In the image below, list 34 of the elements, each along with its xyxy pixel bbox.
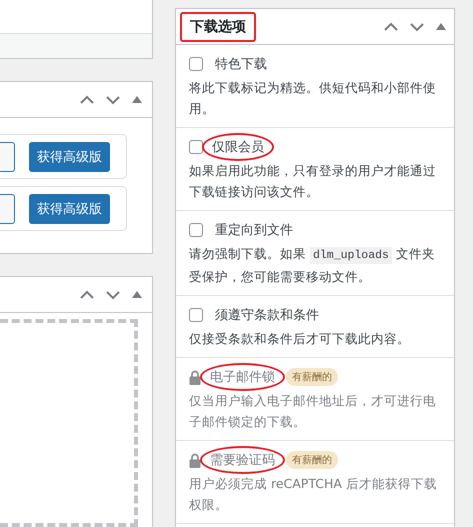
option-description: 仅接受条款和条件后才可下载此内容。	[189, 330, 411, 348]
collapse-icon[interactable]	[132, 291, 142, 298]
option-description: 如果启用此功能，只有登录的用户才能通过下载链接访问该文件。	[189, 162, 437, 201]
option-description: 用户必须完成 reCAPTCHA 后才能获得下载权限。	[189, 475, 438, 514]
collapse-icon[interactable]	[436, 23, 446, 30]
move-up-icon[interactable]	[80, 290, 94, 300]
option-label: 重定向到文件	[214, 222, 294, 240]
move-down-icon[interactable]	[410, 22, 424, 32]
option-label: 特色下载	[214, 56, 268, 74]
button-edge[interactable]	[0, 142, 15, 172]
option-description: 请勿强制下载。如果 dlm_uploads 文件夹受保护，您可能需要移动文件。	[189, 245, 436, 286]
move-down-icon[interactable]	[106, 290, 120, 300]
checkbox[interactable]	[189, 223, 203, 237]
get-premium-button[interactable]: 获得高级版	[29, 142, 110, 172]
lock-icon	[189, 452, 201, 468]
option-label: 须遵守条款和条件	[214, 307, 320, 325]
button-edge[interactable]	[0, 194, 15, 224]
move-down-icon[interactable]	[106, 94, 120, 104]
option-description: 仅当用户输入电子邮件地址后，才可进行电子邮件锁定的下载。	[189, 392, 437, 431]
collapse-icon[interactable]	[132, 96, 142, 103]
move-up-icon[interactable]	[80, 94, 94, 104]
option-label: 需要验证码	[200, 446, 285, 474]
lock-icon	[189, 370, 201, 384]
checkbox[interactable]	[189, 140, 203, 154]
paid-badge: 有薪酬的	[286, 451, 338, 469]
paid-badge: 有薪酬的	[286, 368, 338, 386]
get-premium-button[interactable]: 获得高级版	[29, 194, 110, 224]
move-up-icon[interactable]	[384, 22, 398, 32]
option-label: 电子邮件锁	[200, 363, 285, 391]
checkbox[interactable]	[189, 57, 203, 71]
option-label: 仅限会员	[202, 133, 274, 161]
checkbox[interactable]	[189, 308, 203, 322]
panel-title: 下载选项	[180, 12, 256, 42]
option-description: 将此下载标记为精选。供短代码和小部件使用。	[189, 79, 437, 118]
